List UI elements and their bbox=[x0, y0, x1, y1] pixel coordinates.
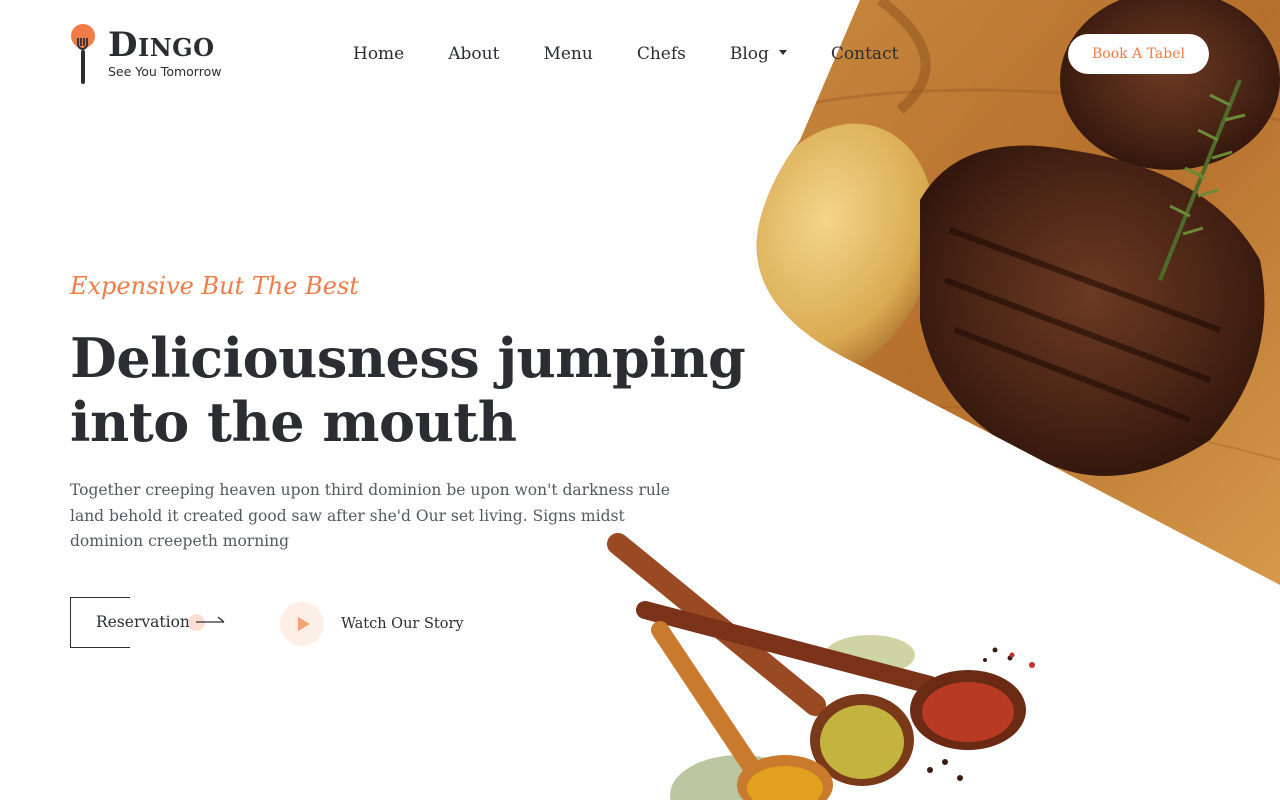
hero-description-line-2: land behold it created good saw after sh… bbox=[70, 506, 625, 525]
nav-item-contact[interactable]: Contact bbox=[831, 42, 899, 66]
arrow-right-icon bbox=[196, 616, 225, 623]
nav-item-home[interactable]: Home bbox=[353, 42, 404, 66]
main-nav: Home About Menu Chefs Blog Contact bbox=[353, 42, 898, 66]
hero-steak-image bbox=[756, 0, 1280, 585]
reservation-button[interactable]: Reservation bbox=[70, 597, 230, 648]
hero-eyebrow: Expensive But The Best bbox=[70, 272, 359, 300]
play-icon bbox=[280, 602, 324, 646]
book-table-button[interactable]: Book A Tabel bbox=[1068, 34, 1209, 74]
reservation-label: Reservation bbox=[96, 611, 192, 633]
fork-logo-icon bbox=[71, 24, 95, 84]
caret-down-icon bbox=[778, 49, 787, 55]
nav-item-menu[interactable]: Menu bbox=[543, 42, 592, 66]
nav-item-about[interactable]: About bbox=[448, 42, 499, 66]
hero-headline-line-1: Deliciousness jumping bbox=[70, 326, 746, 390]
nav-item-chefs[interactable]: Chefs bbox=[637, 42, 686, 66]
hero-description-line-1: Together creeping heaven upon third domi… bbox=[70, 481, 670, 499]
watch-story-label: Watch Our Story bbox=[341, 616, 464, 632]
brand-name: Dingo bbox=[108, 25, 215, 65]
nav-item-blog[interactable]: Blog bbox=[730, 42, 787, 66]
hero-description: Together creeping heaven upon third domi… bbox=[70, 478, 670, 555]
watch-story-button[interactable]: Watch Our Story bbox=[280, 602, 470, 646]
brand-logo[interactable]: Dingo See You Tomorrow bbox=[70, 22, 240, 86]
hero-headline-line-2: into the mouth bbox=[70, 390, 517, 454]
hero-description-line-3: dominion creepeth morning bbox=[70, 532, 290, 550]
hero-headline: Deliciousness jumping into the mouth bbox=[70, 326, 746, 454]
spice-spoons-image bbox=[607, 533, 1035, 800]
nav-item-blog-label: Blog bbox=[729, 44, 769, 64]
brand-tagline: See You Tomorrow bbox=[108, 64, 222, 79]
